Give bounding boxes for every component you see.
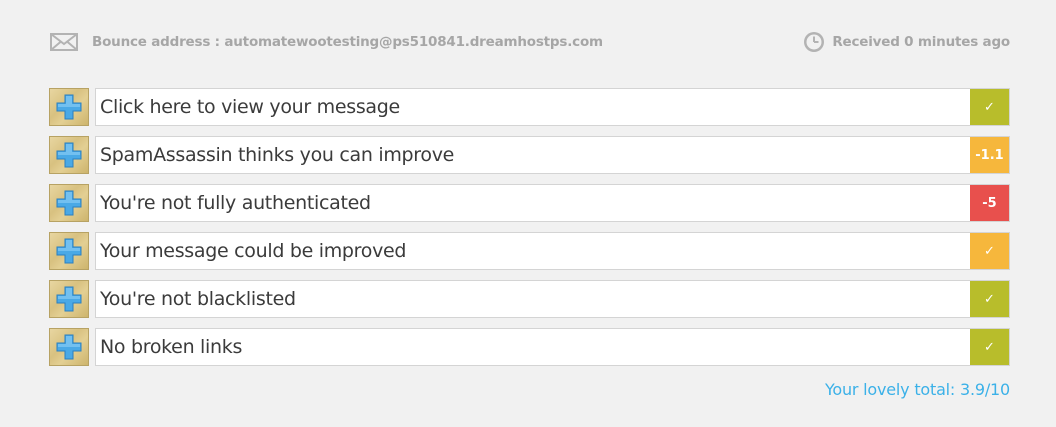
result-bar[interactable]: You're not fully authenticated -5: [95, 184, 1010, 222]
result-label: Click here to view your message: [100, 96, 400, 118]
expand-plus-icon[interactable]: [49, 136, 89, 174]
expand-plus-icon[interactable]: [49, 184, 89, 222]
results-list: Click here to view your message ✓ SpamAs…: [49, 88, 1010, 376]
expand-plus-icon[interactable]: [49, 328, 89, 366]
result-label: No broken links: [100, 336, 243, 358]
result-row-blacklist: You're not blacklisted ✓: [49, 280, 1010, 318]
result-row-authentication: You're not fully authenticated -5: [49, 184, 1010, 222]
result-label: You're not fully authenticated: [100, 192, 371, 214]
total-score: Your lovely total: 3.9/10: [824, 380, 1010, 399]
bounce-address-text: Bounce address : automatewootesting@ps51…: [92, 34, 603, 50]
result-row-view-message: Click here to view your message ✓: [49, 88, 1010, 126]
result-label: Your message could be improved: [100, 240, 407, 262]
result-score-badge: ✓: [970, 233, 1009, 269]
result-score-badge: ✓: [970, 281, 1009, 317]
expand-plus-icon[interactable]: [49, 88, 89, 126]
result-bar[interactable]: SpamAssassin thinks you can improve -1.1: [95, 136, 1010, 174]
header-bar: Bounce address : automatewootesting@ps51…: [50, 30, 1010, 54]
result-row-broken-links: No broken links ✓: [49, 328, 1010, 366]
expand-plus-icon[interactable]: [49, 280, 89, 318]
bounce-address: Bounce address : automatewootesting@ps51…: [50, 30, 603, 54]
result-bar[interactable]: No broken links ✓: [95, 328, 1010, 366]
result-score-badge: -1.1: [970, 137, 1009, 173]
result-bar[interactable]: You're not blacklisted ✓: [95, 280, 1010, 318]
result-score-badge: ✓: [970, 89, 1009, 125]
result-bar[interactable]: Click here to view your message ✓: [95, 88, 1010, 126]
received-time-text: Received 0 minutes ago: [832, 34, 1010, 50]
result-score-badge: ✓: [970, 329, 1009, 365]
clock-icon: [802, 30, 826, 54]
received-time: Received 0 minutes ago: [802, 30, 1010, 54]
result-row-message-improved: Your message could be improved ✓: [49, 232, 1010, 270]
envelope-icon: [50, 30, 80, 54]
result-score-badge: -5: [970, 185, 1009, 221]
result-row-spamassassin: SpamAssassin thinks you can improve -1.1: [49, 136, 1010, 174]
result-label: You're not blacklisted: [100, 288, 296, 310]
result-label: SpamAssassin thinks you can improve: [100, 144, 455, 166]
result-bar[interactable]: Your message could be improved ✓: [95, 232, 1010, 270]
expand-plus-icon[interactable]: [49, 232, 89, 270]
